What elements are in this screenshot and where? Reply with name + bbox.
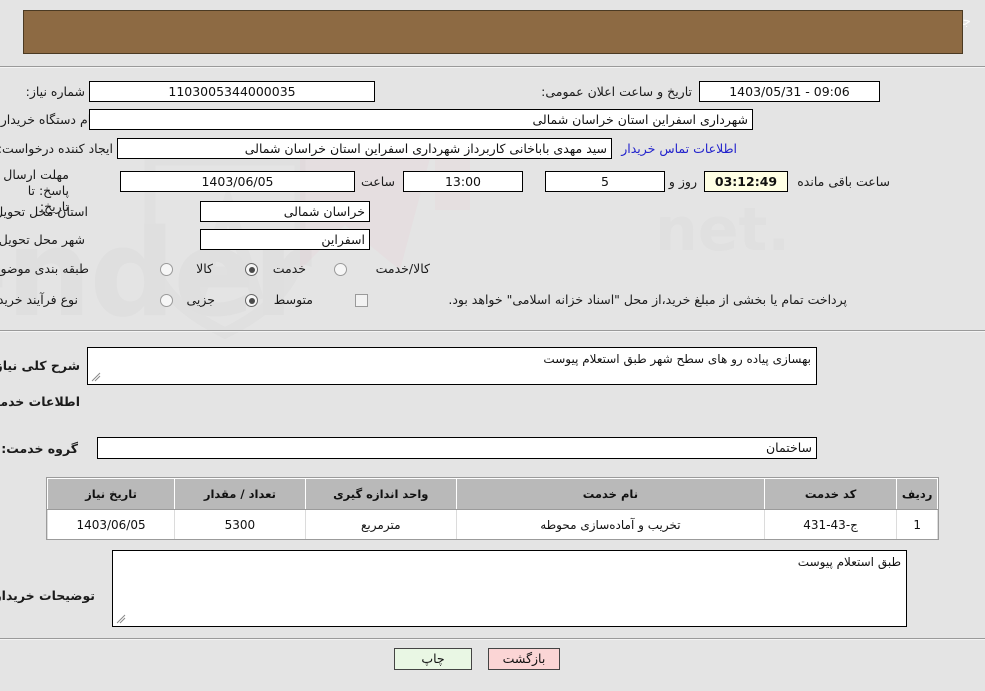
remaining-clock-label: ساعت باقی مانده — [797, 174, 890, 189]
service-group-value[interactable]: ساختمان — [97, 437, 817, 459]
category-label: طبقه بندی موضوعی: — [0, 261, 89, 276]
need-number-value[interactable]: 1103005344000035 — [89, 81, 375, 102]
general-description-textarea[interactable]: بهسازی پیاده رو های سطح شهر طبق استعلام … — [87, 347, 817, 385]
page-root: riaTender .net جزئیات اطلاعات نیاز شماره… — [0, 0, 985, 691]
deadline-date[interactable]: 1403/06/05 — [120, 171, 355, 192]
creator-value[interactable]: سید مهدی باباخانی کاربرداز شهرداری اسفرا… — [117, 138, 612, 159]
col-row-no: ردیف — [896, 478, 938, 510]
back-button[interactable]: بازگشت — [488, 648, 560, 670]
city-value[interactable]: اسفراین — [200, 229, 370, 250]
divider-top — [0, 66, 985, 68]
treasury-bonds-note: پرداخت تمام یا بخشی از مبلغ خرید،از محل … — [448, 292, 847, 307]
cell-quantity: 5300 — [174, 509, 306, 539]
cell-need-date: 1403/06/05 — [46, 509, 176, 539]
col-service-name: نام خدمت — [455, 478, 765, 510]
province-value[interactable]: خراسان شمالی — [200, 201, 370, 222]
cell-unit: مترمربع — [304, 509, 457, 539]
deadline-time[interactable]: 13:00 — [403, 171, 523, 192]
category-label-kala-khedmat: کالا/خدمت — [375, 261, 430, 276]
category-radio-kala-khedmat[interactable] — [334, 263, 347, 276]
divider-middle — [0, 330, 985, 332]
items-table: ردیف کد خدمت نام خدمت واحد اندازه گیری ت… — [46, 477, 939, 540]
public-announce-value[interactable]: 1403/05/31 - 09:06 — [699, 81, 880, 102]
category-radio-kala[interactable] — [160, 263, 173, 276]
public-announce-label: تاریخ و ساعت اعلان عمومی: — [541, 84, 692, 99]
remaining-days-label: روز و — [668, 174, 697, 189]
remaining-clock: 03:12:49 — [704, 171, 788, 192]
cell-service-code: ج-43-431 — [763, 509, 898, 539]
col-unit: واحد اندازه گیری — [304, 478, 457, 510]
buyer-notes-textarea[interactable]: طبق استعلام پیوست — [112, 550, 907, 627]
category-label-khedmat: خدمت — [272, 261, 306, 276]
process-radio-jozei[interactable] — [160, 294, 173, 307]
services-section-title: اطلاعات خدمات مورد نیاز — [0, 394, 80, 409]
col-quantity: تعداد / مقدار — [174, 478, 306, 510]
buyer-notes-label: توضیحات خریدار: — [0, 588, 95, 603]
cell-service-name: تخریب و آماده‌سازی محوطه — [455, 509, 765, 539]
general-description-value: بهسازی پیاده رو های سطح شهر طبق استعلام … — [543, 352, 811, 366]
province-label: استان محل تحویل: — [0, 204, 88, 219]
process-label-motevaset: متوسط — [273, 292, 313, 307]
process-label-jozei: جزیی — [186, 292, 215, 307]
category-radio-khedmat[interactable] — [245, 263, 258, 276]
need-number-label: شماره نیاز: — [25, 84, 85, 99]
buyer-org-value[interactable]: شهرداری اسفراین استان خراسان شمالی — [89, 109, 753, 130]
general-description-label: شرح کلی نیاز: — [0, 358, 80, 373]
buyer-notes-value: طبق استعلام پیوست — [797, 555, 901, 569]
resize-grip-icon[interactable] — [91, 372, 101, 382]
buyer-org-label: نام دستگاه خریدار: — [0, 112, 95, 127]
service-group-label: گروه خدمت: — [1, 441, 78, 456]
cell-row-no: 1 — [896, 509, 938, 539]
deadline-hour-label: ساعت — [360, 174, 395, 189]
divider-bottom — [0, 638, 985, 640]
process-label: نوع فرآیند خرید : — [0, 292, 78, 307]
resize-grip-icon[interactable] — [116, 614, 126, 624]
category-label-kala: کالا — [196, 261, 213, 276]
col-service-code: کد خدمت — [763, 478, 898, 510]
remaining-days[interactable]: 5 — [545, 171, 665, 192]
table-header-row: ردیف کد خدمت نام خدمت واحد اندازه گیری ت… — [46, 478, 938, 510]
page-header-bar — [23, 10, 963, 54]
city-label: شهر محل تحویل: — [0, 232, 85, 247]
svg-text:.net: .net — [655, 195, 790, 265]
buyer-contact-link[interactable]: اطلاعات تماس خریدار — [621, 141, 737, 156]
treasury-bonds-checkbox[interactable] — [355, 294, 368, 307]
table-row: 1 ج-43-431 تخریب و آماده‌سازی محوطه مترم… — [46, 509, 938, 539]
creator-label: ایجاد کننده درخواست: — [0, 141, 113, 156]
print-button[interactable]: چاپ — [394, 648, 472, 670]
col-need-date: تاریخ نیاز — [46, 478, 176, 510]
process-radio-motevaset[interactable] — [245, 294, 258, 307]
